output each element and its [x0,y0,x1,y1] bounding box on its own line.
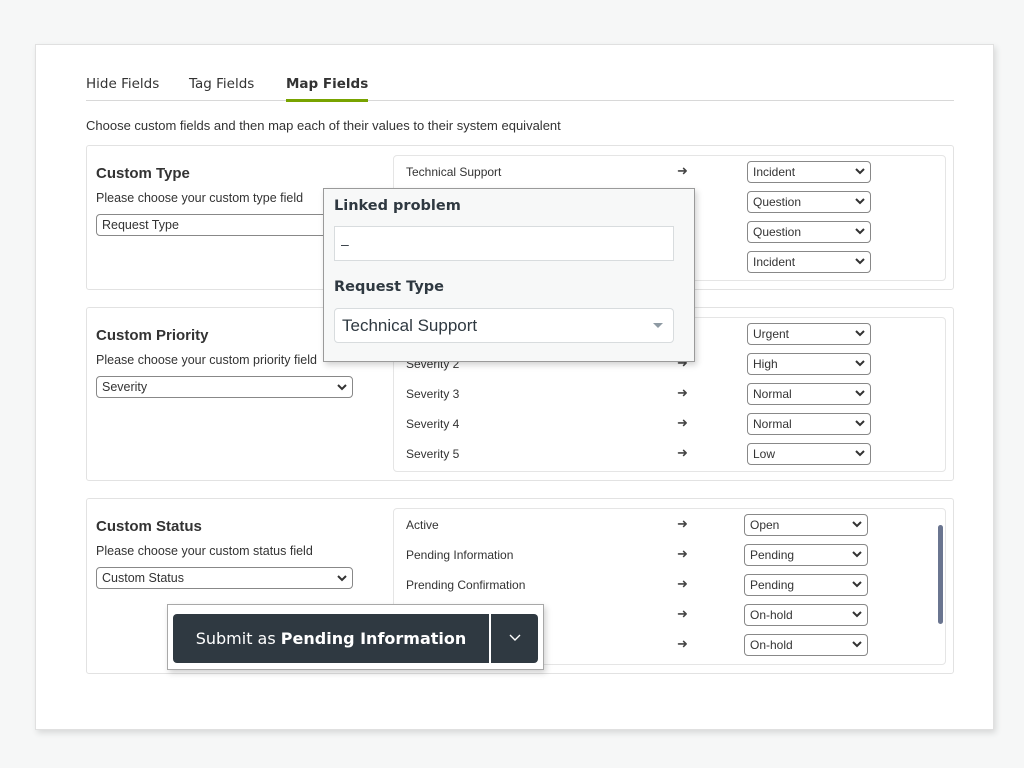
chevron-down-icon [855,356,865,370]
mapping-select[interactable]: On-hold [744,634,868,656]
chevron-down-icon [852,577,862,591]
request-type-value: Technical Support [342,316,478,335]
mapping-select[interactable]: Incident [747,251,871,273]
chevron-down-icon [855,446,865,460]
section-subtitle: Please choose your custom type field [96,191,304,205]
chevron-down-icon [855,416,865,430]
arrow-right-icon: ➜ [677,163,688,178]
custom-priority-select[interactable]: Severity [96,376,353,398]
chevron-down-icon [855,326,865,340]
mapping-select[interactable]: Low [747,443,871,465]
arrow-right-icon: ➜ [677,445,688,460]
chevron-down-icon [337,380,347,394]
chevron-down-icon [852,607,862,621]
mapping-row: Technical Support ➜ Incident [394,158,945,188]
mapping-select[interactable]: Normal [747,413,871,435]
intro-text: Choose custom fields and then map each o… [86,118,561,133]
mapping-label: Active [406,518,439,532]
arrow-right-icon: ➜ [677,606,688,621]
chevron-down-icon [855,194,865,208]
arrow-right-icon: ➜ [677,516,688,531]
mapping-select[interactable]: Pending [744,574,868,596]
chevron-down-icon [852,547,862,561]
submit-button[interactable]: Submit as Pending Information [173,614,489,663]
tab-hide-fields[interactable]: Hide Fields [86,76,159,99]
mapping-row: Pending Information ➜ Pending [394,541,945,571]
mapping-select[interactable]: Open [744,514,868,536]
mapping-select[interactable]: Incident [747,161,871,183]
status-list-scrollbar[interactable] [938,525,943,624]
submit-button-group: Submit as Pending Information [167,604,544,670]
arrow-right-icon: ➜ [677,546,688,561]
tab-map-fields[interactable]: Map Fields [286,76,369,102]
mapping-row: Severity 5 ➜ Low [394,440,945,470]
section-title: Custom Type [96,165,190,182]
mapping-select[interactable]: Question [747,191,871,213]
chevron-down-icon [509,634,520,641]
arrow-right-icon: ➜ [677,415,688,430]
submit-prefix: Submit as [195,629,281,648]
arrow-right-icon: ➜ [677,385,688,400]
chevron-down-icon [855,224,865,238]
chevron-down-icon [852,517,862,531]
select-value: Custom Status [102,571,184,585]
mapping-select[interactable]: On-hold [744,604,868,626]
mapping-label: Technical Support [406,165,502,179]
submit-options-button[interactable] [491,614,538,663]
mapping-select[interactable]: Question [747,221,871,243]
select-value: Request Type [102,218,179,232]
mapping-row: Severity 3 ➜ Normal [394,380,945,410]
request-type-label: Request Type [334,279,444,295]
mapping-select[interactable]: Urgent [747,323,871,345]
submit-status: Pending Information [280,629,467,648]
section-title: Custom Status [96,518,202,535]
mapping-row: Prending Confirmation ➜ Pending [394,571,945,601]
chevron-down-icon [855,386,865,400]
custom-status-select[interactable]: Custom Status [96,567,353,589]
section-subtitle: Please choose your custom status field [96,544,313,558]
linked-problem-input[interactable]: – [334,226,674,261]
caret-down-icon [653,323,663,328]
chevron-down-icon [337,571,347,585]
chevron-down-icon [852,637,862,651]
tab-bar: Hide Fields Tag Fields Map Fields [86,72,954,102]
mapping-row: Severity 4 ➜ Normal [394,410,945,440]
custom-type-select[interactable]: Request Type [96,214,336,236]
mapping-label: Pending Information [406,548,514,562]
mapping-label: Severity 4 [406,417,460,431]
mapping-label: Severity 5 [406,447,460,461]
mapping-row: Active ➜ Open [394,511,945,541]
section-subtitle: Please choose your custom priority field [96,353,317,367]
arrow-right-icon: ➜ [677,636,688,651]
section-title: Custom Priority [96,327,209,344]
select-value: Severity [102,380,148,394]
linked-problem-label: Linked problem [334,198,461,214]
ticket-fields-popover: Linked problem – Request Type Technical … [323,188,695,362]
mapping-select[interactable]: High [747,353,871,375]
chevron-down-icon [855,254,865,268]
mapping-label: Severity 3 [406,387,460,401]
mapping-select[interactable]: Pending [744,544,868,566]
mapping-label: Prending Confirmation [406,578,526,592]
chevron-down-icon [855,164,865,178]
tab-tag-fields[interactable]: Tag Fields [189,76,254,99]
request-type-select[interactable]: Technical Support [334,308,674,343]
arrow-right-icon: ➜ [677,576,688,591]
mapping-select[interactable]: Normal [747,383,871,405]
